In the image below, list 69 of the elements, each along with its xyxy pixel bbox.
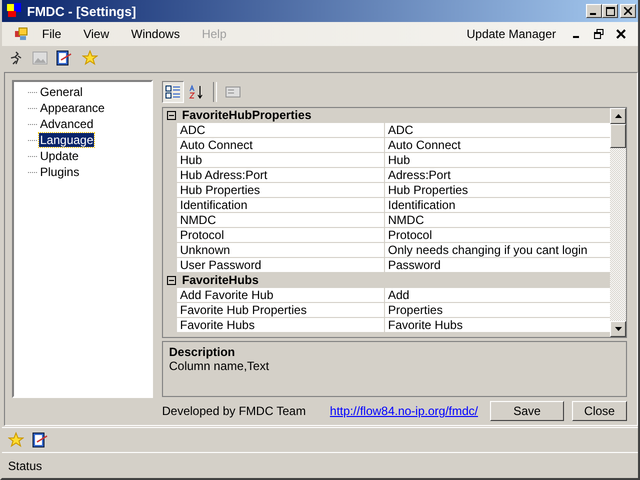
running-figure-icon[interactable] <box>8 50 24 66</box>
categorized-button[interactable] <box>162 80 184 103</box>
tree-item[interactable]: Advanced <box>39 117 94 131</box>
property-value[interactable]: ADC <box>385 122 610 137</box>
tree-item[interactable]: Appearance <box>39 101 106 115</box>
property-name[interactable]: Protocol <box>177 228 385 242</box>
property-value[interactable]: Properties <box>385 302 610 317</box>
property-name[interactable]: Identification <box>177 198 385 212</box>
property-value[interactable]: Hub Properties <box>385 182 610 197</box>
property-value[interactable]: Auto Connect <box>385 138 610 152</box>
restore-icon[interactable] <box>594 29 604 39</box>
collapse-icon[interactable] <box>167 110 176 120</box>
mdi-child-icon[interactable] <box>14 26 30 42</box>
credit-text: Developed by FMDC Team <box>162 404 306 418</box>
property-name[interactable]: Favorite Hubs <box>177 318 385 332</box>
property-name[interactable]: Hub <box>177 152 385 167</box>
status-text: Status <box>8 458 42 472</box>
property-name[interactable]: NMDC <box>177 212 385 227</box>
property-name[interactable]: Unknown <box>177 242 385 257</box>
property-value[interactable]: Favorite Hubs <box>385 318 610 332</box>
tree-item[interactable]: Update <box>39 149 80 163</box>
property-value[interactable]: Add <box>385 288 610 302</box>
property-value[interactable]: Identification <box>385 198 610 212</box>
update-manager-menu[interactable]: Update Manager <box>454 27 566 41</box>
up-arrow-icon <box>614 114 622 118</box>
property-name[interactable]: ADC <box>177 122 385 137</box>
property-name[interactable]: Auto Connect <box>177 138 385 152</box>
website-link[interactable]: http://flow84.no-ip.org/fmdc/ <box>330 404 478 418</box>
property-value[interactable]: Only needs changing if you cant login <box>385 242 610 257</box>
property-name[interactable]: Favorite Hub Properties <box>177 302 385 317</box>
minimize-button[interactable] <box>586 4 602 18</box>
menu-item[interactable]: View <box>71 27 120 41</box>
window-title: FMDC - [Settings] <box>27 4 138 18</box>
maximize-icon <box>606 6 614 16</box>
description-title: Description <box>169 345 236 360</box>
app-icon <box>6 3 22 19</box>
tree-item[interactable]: General <box>39 85 84 99</box>
star-icon[interactable] <box>82 50 98 66</box>
property-value[interactable]: Adress:Port <box>385 168 610 182</box>
close-button[interactable] <box>620 4 636 18</box>
tree-item[interactable]: Plugins <box>39 165 80 179</box>
property-value[interactable]: NMDC <box>385 212 610 227</box>
property-name[interactable]: Add Favorite Hub <box>177 288 385 302</box>
down-arrow-icon <box>614 327 622 332</box>
property-value[interactable]: Protocol <box>385 228 610 242</box>
property-value[interactable]: Password <box>385 258 610 272</box>
close-icon[interactable] <box>616 29 626 39</box>
notepad-icon[interactable] <box>56 50 74 66</box>
property-value[interactable]: Hub <box>385 152 610 167</box>
dialog-button[interactable]: Close <box>572 401 627 422</box>
collapse-icon[interactable] <box>167 276 176 285</box>
property-name[interactable]: Hub Properties <box>177 182 385 197</box>
menu-item[interactable]: Windows <box>119 27 190 41</box>
tree-item[interactable]: Language <box>39 133 94 147</box>
star-icon[interactable] <box>8 432 24 448</box>
category-header: FavoriteHubs <box>182 273 259 288</box>
scroll-down-button[interactable] <box>610 321 626 338</box>
notepad-icon[interactable] <box>32 432 50 448</box>
dialog-button[interactable]: Save <box>490 401 564 422</box>
maximize-button[interactable] <box>602 4 618 18</box>
menu-item[interactable]: File <box>30 27 72 41</box>
scroll-thumb[interactable] <box>610 124 626 148</box>
description-text: Column name,Text <box>169 359 270 374</box>
property-name[interactable]: User Password <box>177 258 385 272</box>
scroll-up-button[interactable] <box>610 108 626 124</box>
property-name[interactable]: Hub Adress:Port <box>177 168 385 182</box>
close-icon <box>624 7 632 15</box>
scrollbar[interactable] <box>610 108 626 338</box>
category-header: FavoriteHubProperties <box>182 108 312 122</box>
